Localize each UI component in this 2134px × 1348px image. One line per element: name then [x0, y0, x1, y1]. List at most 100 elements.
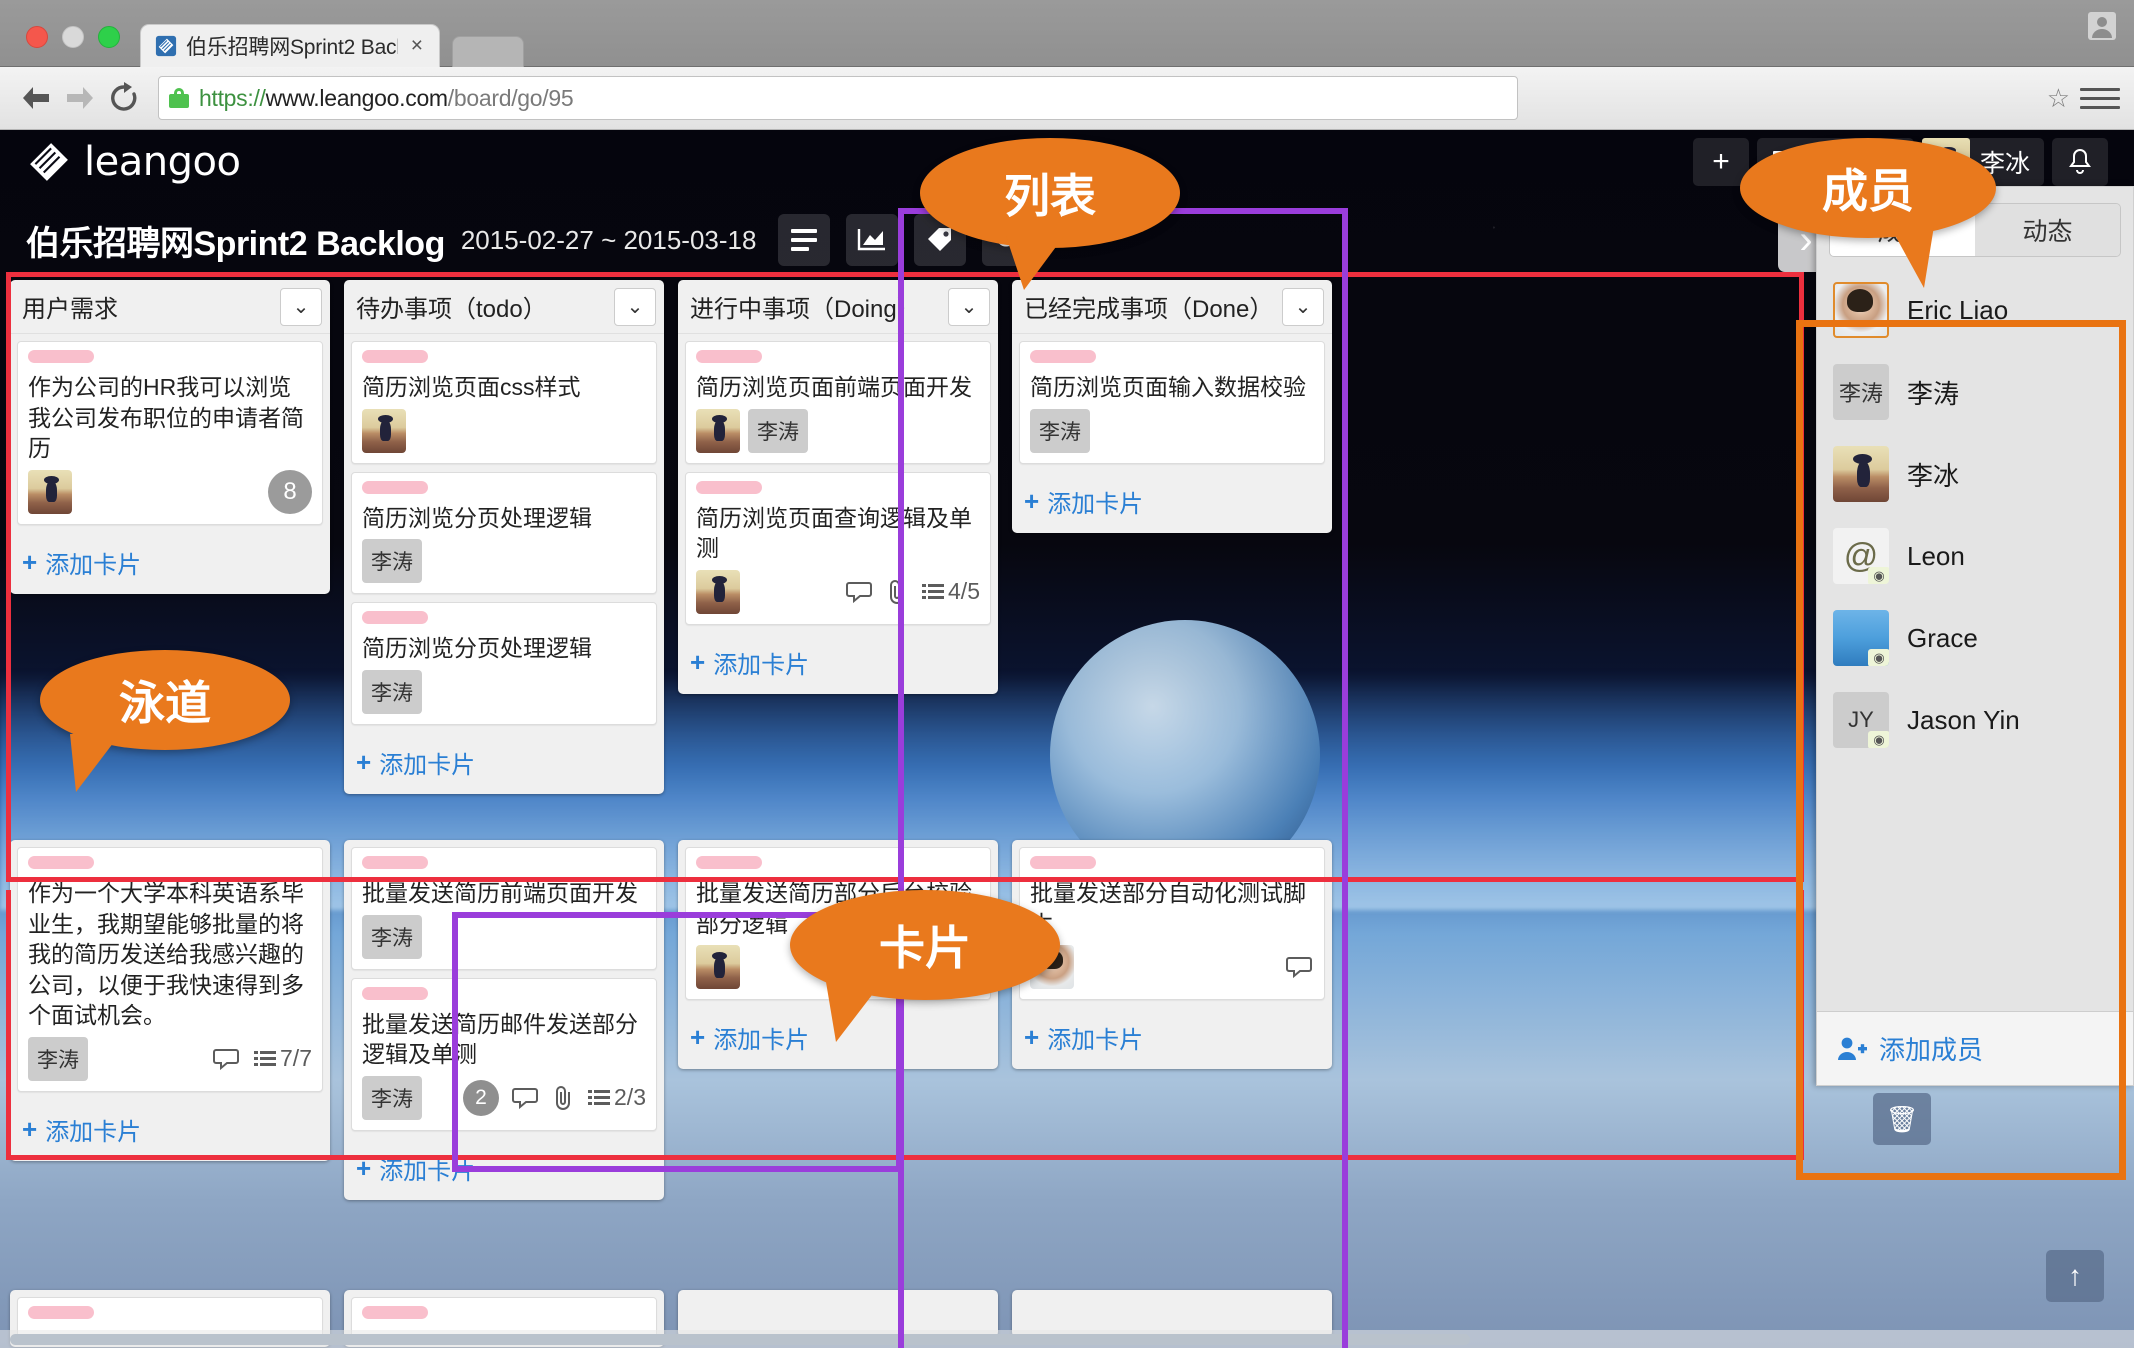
plus-icon: +	[1024, 1022, 1039, 1053]
avatar[interactable]	[696, 570, 740, 614]
board-canvas: 用户需求 ⌄ 作为公司的HR我可以浏览我公司发布职位的申请者简历 8 +	[0, 280, 1800, 1340]
card[interactable]: 简历浏览页面输入数据校验 李涛	[1019, 341, 1325, 464]
add-card-label: 添加卡片	[45, 545, 141, 580]
list-todo[interactable]: 待办事项（todo） ⌄ 简历浏览页面css样式 简历浏览分页处理逻辑	[344, 280, 664, 794]
card[interactable]: 批量发送简历邮件发送部分逻辑及单测 李涛 2	[351, 978, 657, 1131]
assignee-chip[interactable]: 李涛	[748, 409, 808, 453]
add-card-button[interactable]: + 添加卡片	[1012, 472, 1332, 533]
back-arrow-icon[interactable]	[14, 76, 58, 120]
card-title: 批量发送简历邮件发送部分逻辑及单测	[362, 1009, 646, 1070]
annotation-label: 泳道	[119, 667, 211, 733]
forward-arrow-icon[interactable]	[58, 76, 102, 120]
list-done-lane2[interactable]: 批量发送部分自动化测试脚本 + 添加卡片	[1012, 840, 1332, 1069]
address-bar[interactable]: https://www.leangoo.com/board/go/95	[158, 76, 1518, 120]
add-card-button[interactable]: + 添加卡片	[1012, 1008, 1332, 1069]
tab-strip: 伯乐招聘网Sprint2 Backlog ×	[0, 0, 2134, 67]
leangoo-favicon-icon	[155, 35, 177, 57]
chevron-down-icon[interactable]: ⌄	[1282, 288, 1324, 326]
minimize-window-button[interactable]	[62, 26, 84, 48]
leangoo-logo-icon	[28, 141, 70, 183]
bell-icon[interactable]	[2052, 138, 2108, 186]
scrollbar-thumb[interactable]	[10, 1334, 1470, 1345]
browser-menu-icon[interactable]	[2080, 88, 2120, 109]
avatar[interactable]	[362, 409, 406, 453]
add-card-button[interactable]: + 添加卡片	[678, 633, 998, 694]
scroll-to-top-button[interactable]: ↑	[2046, 1250, 2104, 1302]
add-button[interactable]: +	[1693, 138, 1749, 186]
trash-icon[interactable]: 🗑	[1873, 1093, 1931, 1145]
card-color-label	[362, 481, 428, 494]
board-menu-button[interactable]	[778, 214, 830, 266]
card-footer: 李涛 2 2/3	[362, 1076, 646, 1120]
card[interactable]: 简历浏览页面查询逻辑及单测	[685, 472, 991, 625]
list-todo-lane2[interactable]: 批量发送简历前端页面开发 李涛 批量发送简历邮件发送部分逻辑及单测 李涛 2	[344, 840, 664, 1200]
tab-close-icon[interactable]: ×	[407, 34, 427, 58]
assignee-chip[interactable]: 李涛	[28, 1037, 88, 1081]
chevron-down-icon[interactable]: ⌄	[614, 288, 656, 326]
avatar: @ ◉	[1833, 528, 1889, 584]
card[interactable]: 简历浏览分页处理逻辑 李涛	[351, 472, 657, 595]
annotation-label: 成员	[1822, 155, 1914, 221]
assignee-chip[interactable]: 李涛	[362, 1076, 422, 1120]
add-member-button[interactable]: 添加成员	[1817, 1011, 2133, 1085]
card-footer	[1030, 945, 1314, 989]
tag-icon	[925, 226, 955, 254]
card[interactable]: 作为一个大学本科英语系毕业生，我期望能够批量的将我的简历发送给我感兴趣的公司，以…	[17, 847, 323, 1092]
browser-tab[interactable]: 伯乐招聘网Sprint2 Backlog ×	[140, 24, 440, 67]
member-row[interactable]: 李冰	[1817, 433, 2133, 515]
assignee-chip[interactable]: 李涛	[362, 670, 422, 714]
board-header: 伯乐招聘网Sprint2 Backlog 2015-02-27 ~ 2015-0…	[12, 206, 1802, 274]
card[interactable]: 批量发送部分自动化测试脚本	[1019, 847, 1325, 1000]
member-initials: JY	[1848, 707, 1874, 733]
avatar[interactable]	[28, 470, 72, 514]
add-card-label: 添加卡片	[1047, 1020, 1143, 1055]
card[interactable]: 简历浏览页面css样式	[351, 341, 657, 464]
horizontal-scrollbar[interactable]	[0, 1330, 2134, 1348]
card[interactable]: 简历浏览页面前端页面开发 李涛	[685, 341, 991, 464]
bookmark-star-icon[interactable]: ☆	[2047, 83, 2070, 114]
new-tab-button[interactable]	[452, 36, 524, 67]
add-card-button[interactable]: + 添加卡片	[10, 1100, 330, 1161]
comment-icon	[846, 580, 874, 604]
chevron-down-icon[interactable]: ⌄	[280, 288, 322, 326]
window-controls[interactable]	[26, 26, 120, 48]
assignee-chip[interactable]: 李涛	[362, 915, 422, 959]
list-title: 进行中事项（Doing）	[690, 289, 921, 324]
list-done[interactable]: 已经完成事项（Done） ⌄ 简历浏览页面输入数据校验 李涛 + 添加卡片	[1012, 280, 1332, 533]
member-row[interactable]: 李涛 李涛	[1817, 351, 2133, 433]
avatar[interactable]	[696, 945, 740, 989]
assignee-chip[interactable]: 李涛	[362, 539, 422, 583]
member-row[interactable]: Eric Liao	[1817, 269, 2133, 351]
assignee-chip[interactable]: 李涛	[1030, 409, 1090, 453]
chevron-down-icon[interactable]: ⌄	[948, 288, 990, 326]
member-row[interactable]: ◉ Grace	[1817, 597, 2133, 679]
card[interactable]: 批量发送简历前端页面开发 李涛	[351, 847, 657, 970]
list-body: 作为公司的HR我可以浏览我公司发布职位的申请者简历 8	[10, 334, 330, 525]
add-card-button[interactable]: + 添加卡片	[344, 733, 664, 794]
watching-eye-icon: ◉	[1868, 649, 1889, 666]
brand-logo[interactable]: leangoo	[28, 139, 240, 185]
list-doing[interactable]: 进行中事项（Doing） ⌄ 简历浏览页面前端页面开发 李涛 简历浏	[678, 280, 998, 694]
member-row[interactable]: @ ◉ Leon	[1817, 515, 2133, 597]
list-user-stories[interactable]: 用户需求 ⌄ 作为公司的HR我可以浏览我公司发布职位的申请者简历 8 +	[10, 280, 330, 594]
avatar[interactable]	[696, 409, 740, 453]
profile-icon[interactable]	[2084, 6, 2120, 46]
card-color-label	[362, 987, 428, 1000]
member-name: Eric Liao	[1907, 295, 2008, 326]
card[interactable]: 作为公司的HR我可以浏览我公司发布职位的申请者简历 8	[17, 341, 323, 525]
comment-icon	[512, 1086, 540, 1110]
annotation-callout-swimlane: 泳道	[40, 650, 290, 750]
add-card-button[interactable]: + 添加卡片	[10, 533, 330, 594]
list-body: 批量发送部分自动化测试脚本	[1012, 840, 1332, 1000]
board-chart-button[interactable]	[846, 214, 898, 266]
list-user-stories-lane2[interactable]: 作为一个大学本科英语系毕业生，我期望能够批量的将我的简历发送给我感兴趣的公司，以…	[10, 840, 330, 1161]
add-card-button[interactable]: + 添加卡片	[344, 1139, 664, 1200]
card-footer: 8	[28, 470, 312, 514]
member-row[interactable]: JY ◉ Jason Yin	[1817, 679, 2133, 761]
tab-activity[interactable]: 动态	[1975, 204, 2120, 256]
close-window-button[interactable]	[26, 26, 48, 48]
card[interactable]: 简历浏览分页处理逻辑 李涛	[351, 602, 657, 725]
chart-icon	[857, 227, 887, 253]
reload-icon[interactable]	[102, 76, 146, 120]
maximize-window-button[interactable]	[98, 26, 120, 48]
